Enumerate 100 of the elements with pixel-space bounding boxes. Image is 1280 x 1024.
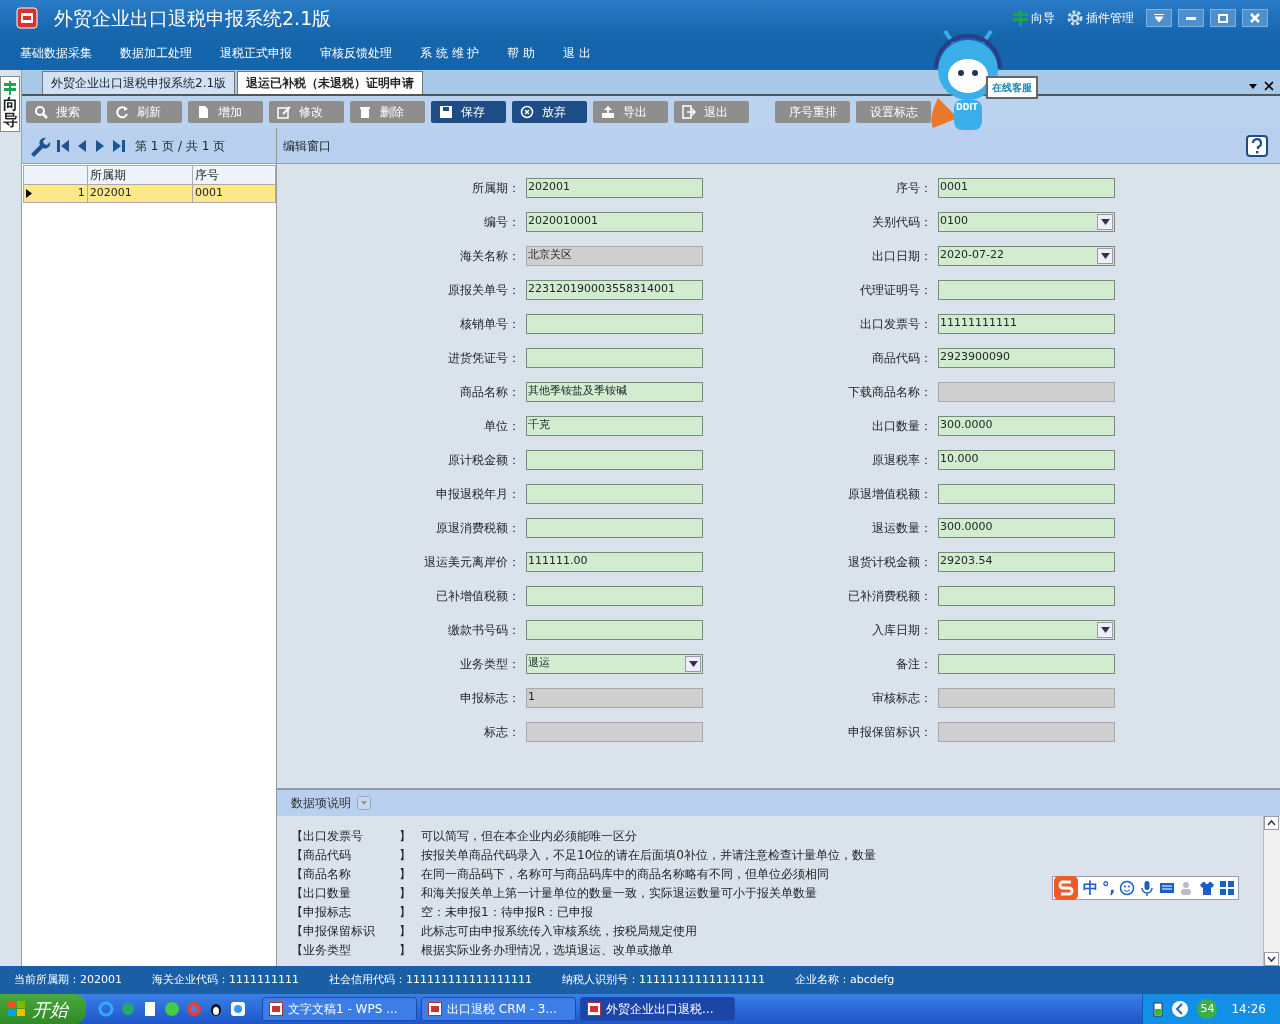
first-page-icon[interactable] [56, 138, 70, 153]
taskbar-button[interactable]: 文字文稿1 - WPS ... [262, 997, 417, 1021]
search-icon [34, 105, 48, 119]
input-field[interactable]: 1 [526, 688, 703, 708]
input-field[interactable]: 10.000 [938, 450, 1115, 470]
caret-icon[interactable] [1248, 81, 1258, 91]
input-field[interactable]: 29203.54 [938, 552, 1115, 572]
input-field[interactable] [938, 654, 1115, 674]
row-number: 1 [77, 185, 85, 202]
status-text: 当前所属期：202001 [14, 971, 122, 988]
plugin-manager-link[interactable]: 插件管理 [1086, 9, 1134, 27]
input-field[interactable] [526, 586, 703, 606]
table-row[interactable]: 1 202001 0001 [23, 184, 276, 203]
input-mode-toggle[interactable]: 中 [1083, 876, 1098, 900]
document-icon[interactable] [142, 1001, 158, 1017]
minimize-button[interactable] [1178, 9, 1204, 27]
column-header: 序号 [192, 165, 276, 185]
field-term: 【出口数量 [291, 884, 352, 902]
field-label: 退货计税金额： [847, 554, 933, 571]
grid-icon[interactable] [1219, 880, 1236, 896]
field-label: 原退增值税额： [847, 486, 933, 503]
punctuation-toggle[interactable]: °, [1102, 876, 1116, 900]
circle-icon[interactable] [164, 1001, 180, 1017]
panel-title: 编辑窗口 [283, 137, 331, 155]
previous-page-icon[interactable] [76, 138, 88, 153]
input-field[interactable] [526, 722, 703, 742]
dropdown-field[interactable] [938, 620, 1115, 640]
taskbar-button[interactable]: 出口退税 CRM - 3... [421, 997, 576, 1021]
input-field[interactable] [526, 518, 703, 538]
input-field[interactable]: 2923900090 [938, 348, 1115, 368]
menu-item[interactable]: 退税正式申报 [220, 44, 292, 62]
menu-item[interactable]: 退 出 [563, 44, 592, 62]
scrollbar[interactable] [1263, 816, 1280, 966]
sogou-logo-icon[interactable] [1053, 875, 1079, 901]
online-service-badge[interactable]: 在线客服 [986, 76, 1038, 99]
input-field[interactable] [938, 484, 1115, 504]
menu-item[interactable]: 基础数据采集 [20, 44, 92, 62]
close-button[interactable] [1242, 9, 1268, 27]
toolbar-button[interactable]: 放弃 [512, 101, 587, 123]
cancel-icon [520, 105, 534, 119]
input-field[interactable]: 其他季铵盐及季铵碱 [526, 382, 703, 402]
document-tab[interactable]: 外贸企业出口退税申报系统2.1版 [42, 71, 236, 94]
field-description: 按报关单商品代码录入，不足10位的请在后面填0补位，并请注意检查计量单位，数量 [421, 846, 876, 864]
menu-item[interactable]: 帮 助 [507, 44, 536, 62]
input-field[interactable]: 北京关区 [526, 246, 703, 266]
last-page-icon[interactable] [112, 138, 126, 153]
input-field[interactable] [938, 586, 1115, 606]
dropdown-field[interactable]: 0100 [938, 212, 1115, 232]
input-field[interactable]: 111111.00 [526, 552, 703, 572]
menu-item[interactable]: 系 统 维 护 [420, 44, 480, 62]
guide-side-tab[interactable]: 向导 [0, 76, 20, 132]
input-field[interactable]: 202001 [526, 178, 703, 198]
bracket-text: 】 [399, 941, 412, 959]
restore-button[interactable] [1210, 9, 1236, 27]
input-field[interactable]: 300.0000 [938, 518, 1115, 538]
input-field[interactable]: 0001 [938, 178, 1115, 198]
input-field[interactable] [526, 314, 703, 334]
document-tab[interactable]: 退运已补税（未退税）证明申请 [237, 71, 424, 94]
dropdown-field[interactable]: 2020-07-22 [938, 246, 1115, 266]
guide-link[interactable]: 向导 [1031, 9, 1055, 27]
input-field[interactable] [526, 484, 703, 504]
input-field[interactable]: 300.0000 [938, 416, 1115, 436]
input-field[interactable]: 11111111111 [938, 314, 1115, 334]
input-field[interactable]: 2020010001 [526, 212, 703, 232]
start-button[interactable]: 开始 [0, 994, 86, 1024]
dropdown-field[interactable]: 退运 [526, 654, 703, 674]
toolbar-button[interactable]: 保存 [431, 101, 506, 123]
app-window-icon [428, 1002, 442, 1016]
app-window-icon [587, 1002, 601, 1016]
input-field[interactable] [526, 348, 703, 368]
microphone-icon[interactable] [1139, 880, 1156, 896]
input-field[interactable] [938, 280, 1115, 300]
next-page-icon[interactable] [94, 138, 106, 153]
menu-item[interactable]: 数据加工处理 [120, 44, 192, 62]
input-field[interactable]: 223120190003558314001 [526, 280, 703, 300]
smiley-icon[interactable] [1119, 880, 1136, 896]
input-field[interactable]: 千克 [526, 416, 703, 436]
input-field[interactable] [938, 688, 1115, 708]
keyboard-icon[interactable] [1159, 880, 1176, 896]
help-icon[interactable] [1246, 134, 1268, 157]
taskbar-button[interactable]: 外贸企业出口退税... [580, 997, 735, 1021]
penguin-icon[interactable] [208, 1001, 224, 1017]
shirt-icon[interactable] [1199, 880, 1216, 896]
field-label: 编号： [483, 214, 521, 231]
close-icon[interactable] [1264, 81, 1274, 91]
document-icon [196, 105, 210, 119]
menu-item[interactable]: 审核反馈处理 [320, 44, 392, 62]
caret-icon [1100, 253, 1110, 259]
app-logo-icon [16, 7, 38, 29]
section-title: 数据项说明 [291, 795, 351, 812]
field-label: 业务类型： [459, 656, 521, 673]
collapse-toggle-icon[interactable] [357, 796, 371, 810]
field-label: 商品代码： [871, 350, 933, 367]
trash-icon [358, 105, 372, 119]
input-field[interactable] [938, 722, 1115, 742]
field-term: 【申报保留标识 [291, 922, 376, 940]
input-field[interactable] [526, 450, 703, 470]
input-field[interactable] [526, 620, 703, 640]
input-field[interactable] [938, 382, 1115, 402]
dropdown-button[interactable] [1146, 9, 1172, 27]
